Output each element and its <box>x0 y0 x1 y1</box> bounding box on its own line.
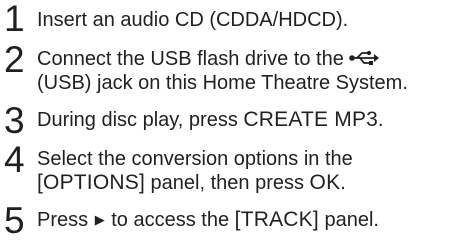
step-text: Insert an audio CD (CDDA/HDCD). <box>37 0 452 32</box>
play-icon: ▶ <box>94 212 105 227</box>
step-line: Insert an audio CD (CDDA/HDCD). <box>37 9 349 31</box>
step-number: 5 <box>4 200 25 241</box>
step-line-text: panel, then press <box>144 172 310 194</box>
step-line: Select the conversion options in the <box>37 148 353 170</box>
step-line: Press ▶ to access the [TRACK] panel. <box>37 208 452 232</box>
step-text: Press ▶ to access the [TRACK] panel. <box>37 202 452 232</box>
step-1: 1 Insert an audio CD (CDDA/HDCD). <box>4 0 452 37</box>
step-line-text: During disc play, press <box>37 109 244 131</box>
ok-button-label: OK <box>309 171 341 194</box>
step-3: 3 During disc play, press CREATE MP3. <box>4 102 452 139</box>
step-line-punctuation: . <box>340 172 346 194</box>
step-text: Select the conversion options in the [OP… <box>37 141 452 195</box>
step-line-text: panel. <box>318 209 379 231</box>
step-number: 2 <box>4 39 25 80</box>
step-2: 2 Connect the USB flash drive to the (US… <box>4 41 452 95</box>
step-line-punctuation: . <box>378 109 384 131</box>
step-text: Connect the USB flash drive to the (USB)… <box>37 41 452 95</box>
step-number: 1 <box>4 0 25 39</box>
step-line: Connect the USB flash drive to the <box>37 47 452 71</box>
step-5: 5 Press ▶ to access the [TRACK] panel. <box>4 202 452 239</box>
step-number: 4 <box>4 139 25 180</box>
create-mp3-button-label: CREATE MP3 <box>243 108 379 131</box>
step-line: [OPTIONS] panel, then press OK. <box>37 171 452 195</box>
step-line-text: Connect the USB flash drive to the <box>37 48 344 70</box>
step-number: 3 <box>4 100 25 141</box>
step-line-text: Press <box>37 209 94 231</box>
step-text: During disc play, press CREATE MP3. <box>37 102 452 132</box>
track-panel-label: [TRACK] <box>234 208 319 231</box>
options-panel-label: [OPTIONS] <box>37 171 145 194</box>
usb-icon <box>349 50 379 65</box>
step-4: 4 Select the conversion options in the [… <box>4 141 452 195</box>
instruction-page: 1 Insert an audio CD (CDDA/HDCD). 2 Conn… <box>0 0 456 244</box>
step-line-text: to access the <box>105 209 235 231</box>
step-line: (USB) jack on this Home Theatre System. <box>37 72 408 94</box>
step-line: During disc play, press CREATE MP3. <box>37 108 452 132</box>
